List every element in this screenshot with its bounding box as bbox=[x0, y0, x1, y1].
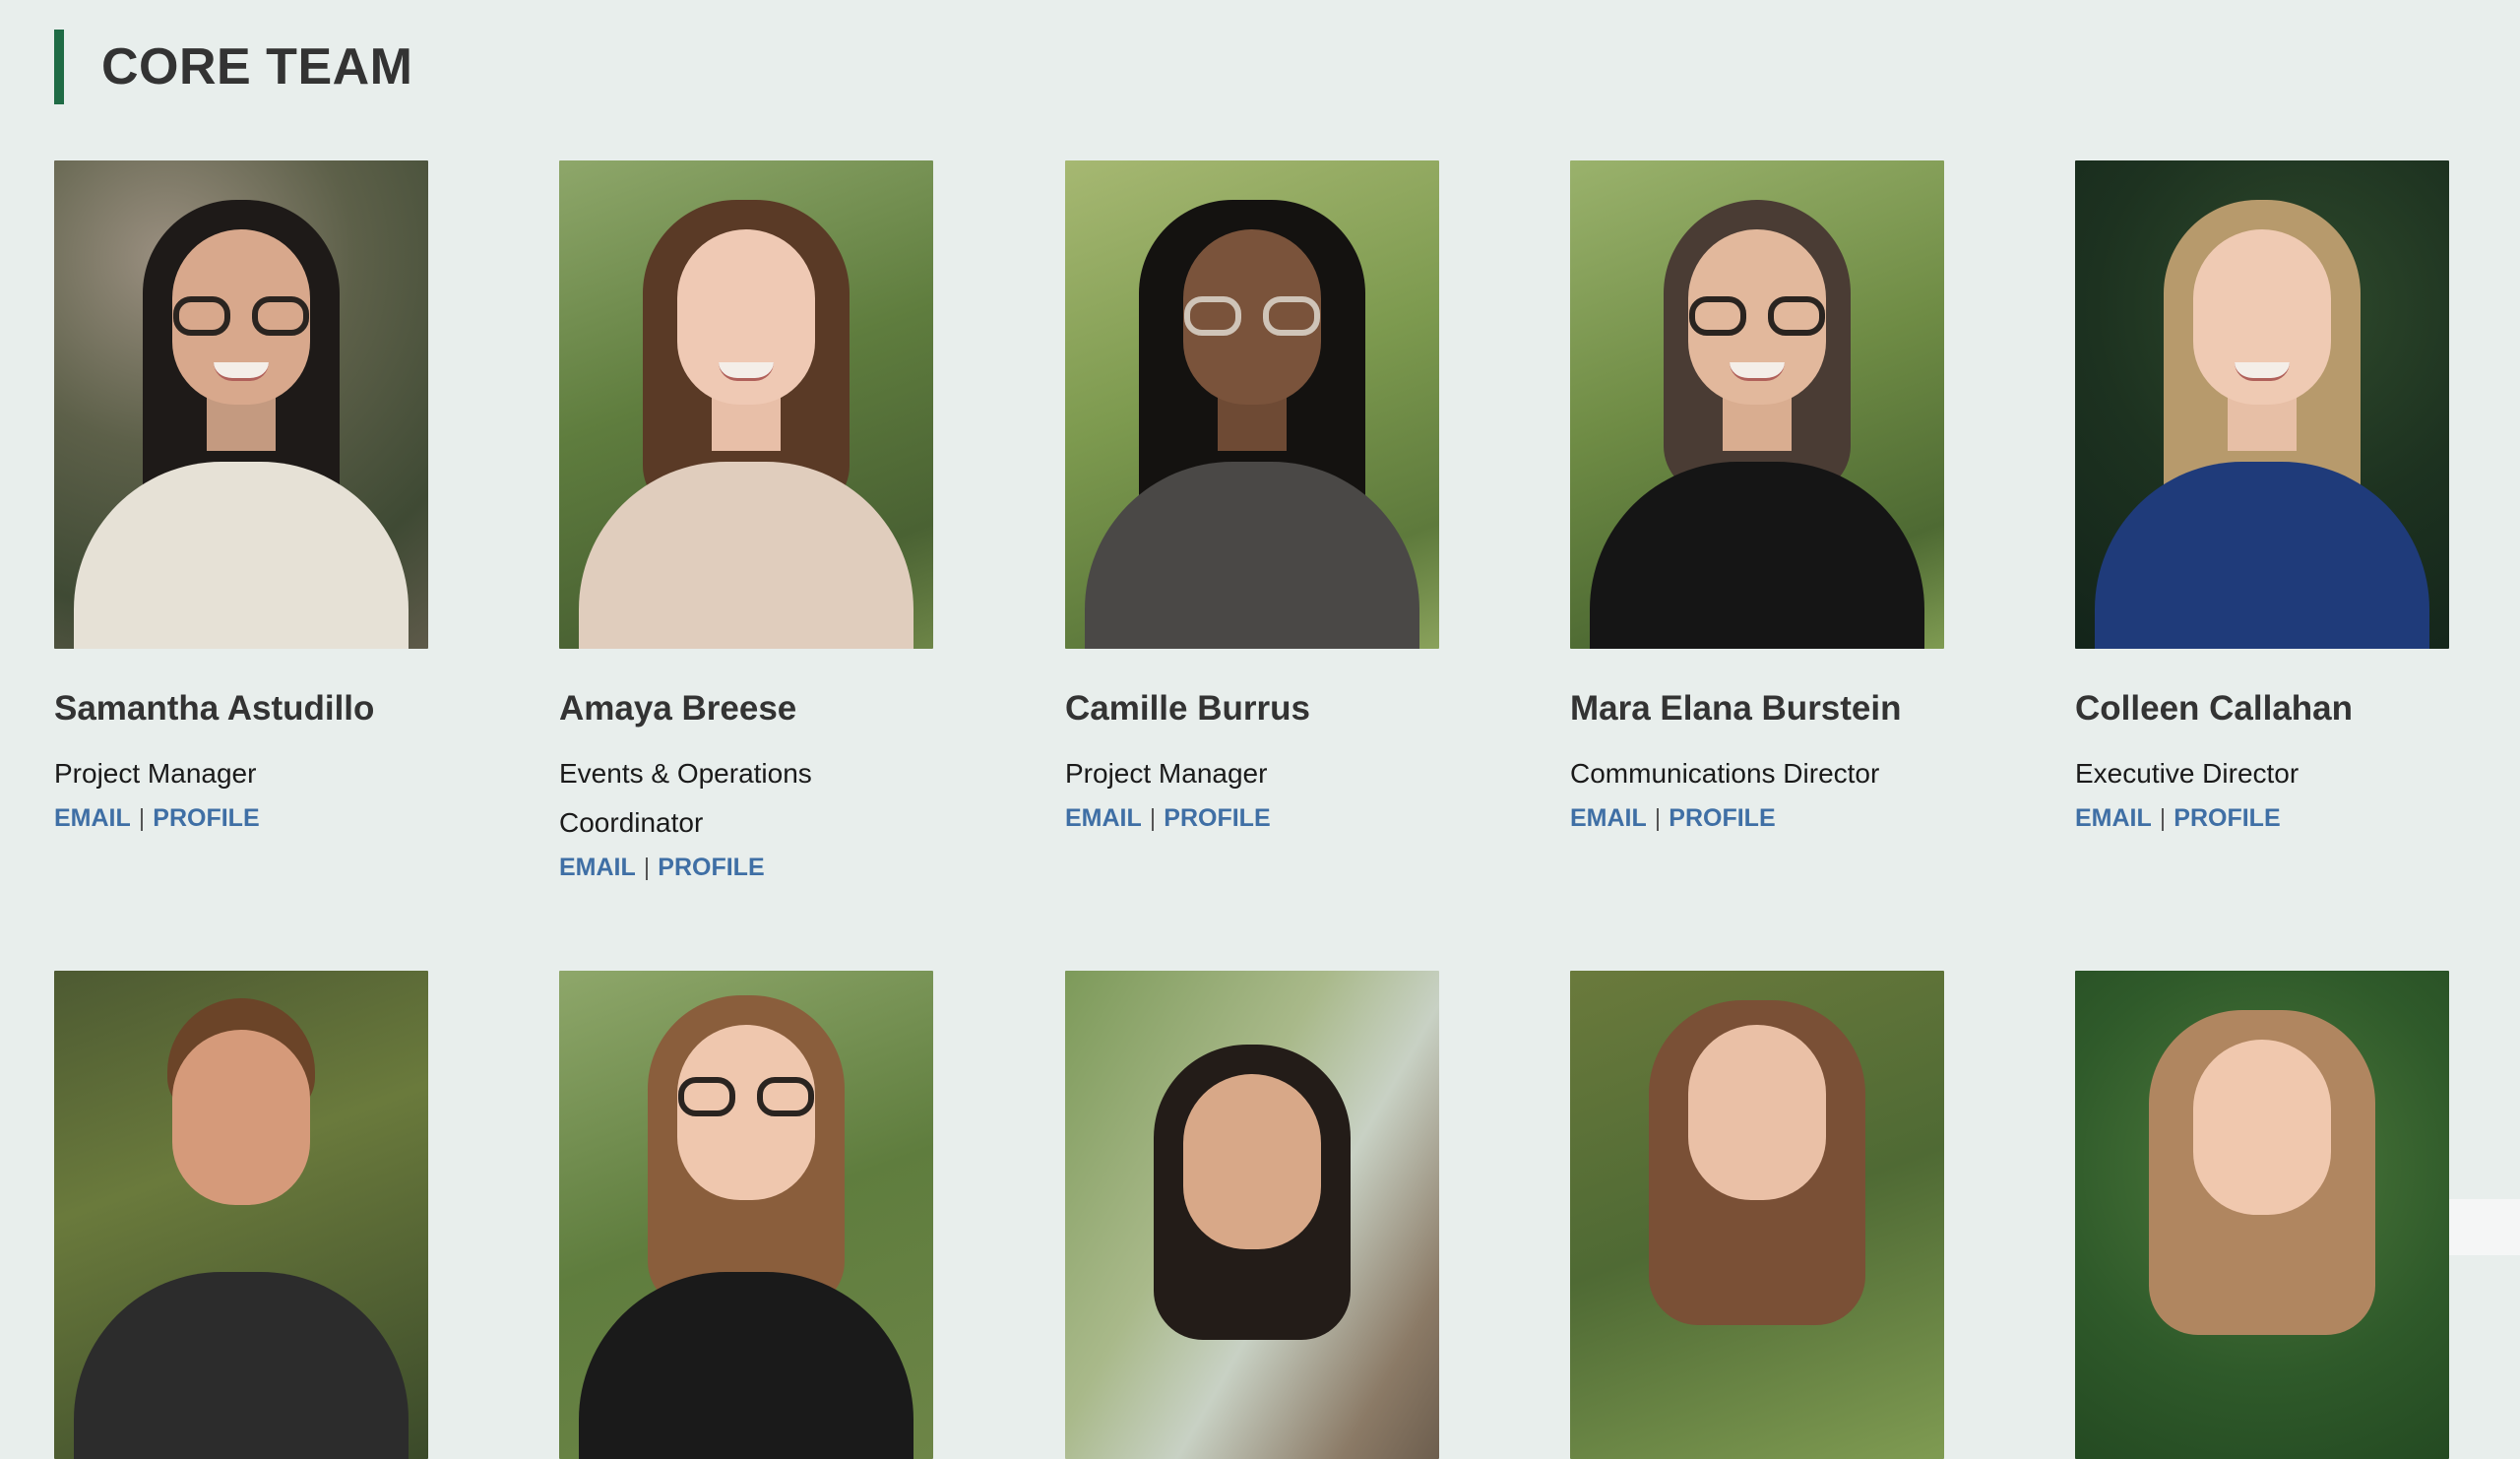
team-member-role: Executive Director bbox=[2075, 758, 2300, 789]
team-row bbox=[54, 971, 2449, 1459]
team-member-photo[interactable] bbox=[54, 971, 428, 1459]
profile-link[interactable]: PROFILE bbox=[153, 804, 259, 832]
team-member-links: EMAIL | PROFILE bbox=[1570, 798, 1944, 838]
team-member-photo[interactable] bbox=[559, 160, 933, 649]
team-member-photo[interactable] bbox=[559, 971, 933, 1459]
team-member-card bbox=[1065, 971, 1439, 1459]
team-member-card: Colleen Callahan Executive Director EMAI… bbox=[2075, 160, 2449, 838]
team-member-role: Project Manager bbox=[1065, 758, 1268, 789]
link-separator: | bbox=[2159, 804, 2167, 832]
link-separator: | bbox=[138, 804, 146, 832]
team-member-photo[interactable] bbox=[54, 160, 428, 649]
scrollbar-corner bbox=[2449, 1199, 2520, 1255]
team-member-card bbox=[2075, 971, 2449, 1459]
email-link[interactable]: EMAIL bbox=[559, 854, 636, 881]
email-link[interactable]: EMAIL bbox=[2075, 804, 2152, 832]
email-link[interactable]: EMAIL bbox=[1065, 804, 1142, 832]
team-member-photo[interactable] bbox=[1065, 971, 1439, 1459]
team-member-photo[interactable] bbox=[1065, 160, 1439, 649]
team-member-links: EMAIL | PROFILE bbox=[559, 848, 933, 887]
profile-link[interactable]: PROFILE bbox=[1164, 804, 1270, 832]
team-member-name: Amaya Breese bbox=[559, 689, 797, 728]
email-link[interactable]: EMAIL bbox=[1570, 804, 1647, 832]
link-separator: | bbox=[643, 854, 651, 881]
team-member-role: Communications Director bbox=[1570, 758, 1880, 789]
team-member-name: Colleen Callahan bbox=[2075, 689, 2354, 728]
section-accent-bar bbox=[54, 30, 64, 104]
team-member-links: EMAIL | PROFILE bbox=[54, 798, 428, 838]
team-member-links: EMAIL | PROFILE bbox=[2075, 798, 2449, 838]
team-member-photo[interactable] bbox=[2075, 971, 2449, 1459]
team-member-photo[interactable] bbox=[1570, 971, 1944, 1459]
team-member-card bbox=[54, 971, 428, 1459]
team-member-photo[interactable] bbox=[1570, 160, 1944, 649]
link-separator: | bbox=[1654, 804, 1662, 832]
profile-link[interactable]: PROFILE bbox=[1669, 804, 1775, 832]
team-member-name: Camille Burrus bbox=[1065, 689, 1310, 728]
section-title: CORE TEAM bbox=[101, 38, 413, 95]
team-member-role: Project Manager bbox=[54, 758, 257, 789]
team-member-card: Samantha Astudillo Project Manager EMAIL… bbox=[54, 160, 428, 838]
team-member-card bbox=[1570, 971, 1944, 1459]
profile-link[interactable]: PROFILE bbox=[658, 854, 764, 881]
team-grid: Samantha Astudillo Project Manager EMAIL… bbox=[54, 160, 2449, 1459]
team-member-links: EMAIL | PROFILE bbox=[1065, 798, 1439, 838]
team-member-card: Amaya Breese Events & Operations Coordin… bbox=[559, 160, 933, 887]
team-member-name: Samantha Astudillo bbox=[54, 689, 375, 728]
team-member-role: Events & Operations Coordinator bbox=[559, 758, 812, 838]
team-member-name: Mara Elana Burstein bbox=[1570, 689, 1902, 728]
team-member-card: Camille Burrus Project Manager EMAIL | PRO… bbox=[1065, 160, 1439, 838]
team-row: Samantha Astudillo Project Manager EMAIL… bbox=[54, 160, 2449, 971]
team-member-card bbox=[559, 971, 933, 1459]
team-member-card: Mara Elana Burstein Communications Direc… bbox=[1570, 160, 1944, 838]
link-separator: | bbox=[1149, 804, 1157, 832]
profile-link[interactable]: PROFILE bbox=[2174, 804, 2280, 832]
section-header: CORE TEAM bbox=[54, 30, 413, 104]
team-member-photo[interactable] bbox=[2075, 160, 2449, 649]
email-link[interactable]: EMAIL bbox=[54, 804, 131, 832]
